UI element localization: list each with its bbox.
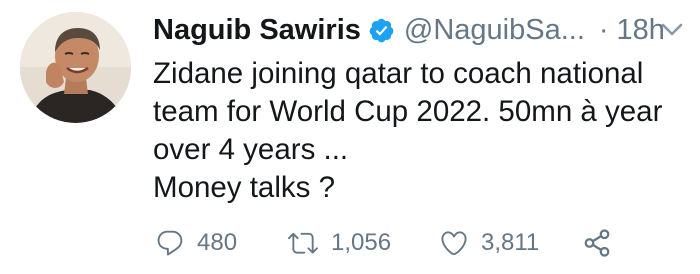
like-button[interactable]: 3,811 bbox=[439, 228, 582, 258]
tweet-text-line: over 4 years ... bbox=[153, 133, 349, 166]
tweet-text-line: Money talks ? bbox=[153, 171, 335, 204]
retweet-button[interactable]: 1,056 bbox=[287, 228, 439, 258]
retweet-count: 1,056 bbox=[331, 229, 392, 256]
tweet[interactable]: Naguib Sawiris @NaguibSa... · 18h Zidane… bbox=[0, 0, 700, 274]
tweet-actions: 480 1,056 3,811 bbox=[155, 225, 612, 261]
avatar[interactable] bbox=[20, 12, 131, 123]
heart-icon bbox=[439, 228, 469, 258]
reply-button[interactable]: 480 bbox=[155, 228, 287, 258]
tweet-timestamp[interactable]: 18h bbox=[617, 14, 665, 47]
reply-icon bbox=[155, 228, 185, 258]
verified-badge-icon bbox=[368, 17, 395, 44]
share-icon bbox=[582, 228, 612, 258]
tweet-text-line: Zidane joining qatar to coach national bbox=[153, 57, 644, 90]
author-handle[interactable]: @NaguibSa... bbox=[404, 14, 585, 47]
tweet-text-line: team for World Cup 2022. 50mn à year bbox=[153, 95, 663, 128]
share-button[interactable] bbox=[582, 228, 612, 258]
reply-count: 480 bbox=[197, 229, 238, 256]
tweet-header: Naguib Sawiris @NaguibSa... · 18h bbox=[153, 10, 665, 50]
like-count: 3,811 bbox=[481, 229, 540, 256]
avatar-photo bbox=[20, 12, 131, 123]
chevron-down-icon[interactable] bbox=[661, 22, 683, 38]
separator-dot: · bbox=[598, 13, 609, 46]
author-name[interactable]: Naguib Sawiris bbox=[153, 14, 361, 47]
tweet-text: Zidane joining qatar to coach national t… bbox=[153, 55, 693, 207]
retweet-icon bbox=[287, 228, 319, 258]
